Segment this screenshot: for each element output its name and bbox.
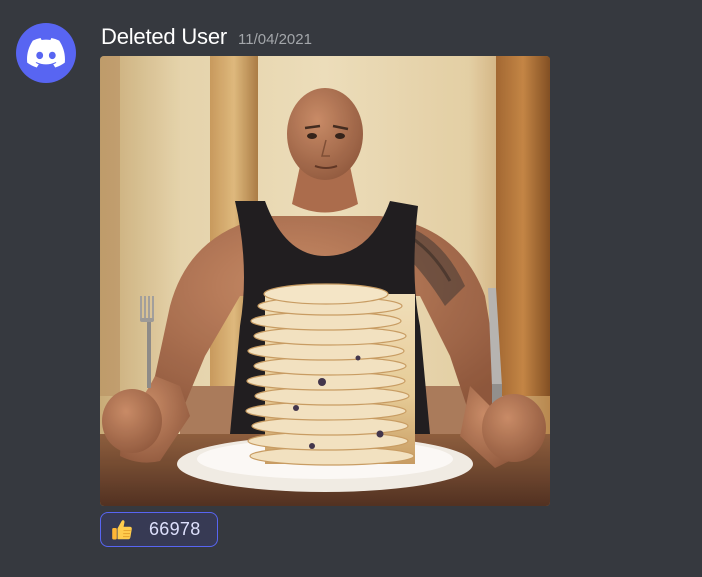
reaction-thumbs-up[interactable]: 66978 bbox=[100, 512, 218, 547]
chat-message: Deleted User 11/04/2021 66978 bbox=[0, 0, 702, 577]
message-header: Deleted User 11/04/2021 bbox=[101, 24, 312, 50]
image-attachment[interactable] bbox=[100, 56, 550, 506]
avatar[interactable] bbox=[16, 23, 76, 83]
username[interactable]: Deleted User bbox=[101, 24, 227, 50]
attachment-picture bbox=[100, 56, 550, 506]
thumbs-up-icon bbox=[110, 518, 134, 542]
reaction-count: 66978 bbox=[149, 519, 201, 539]
discord-logo-icon bbox=[27, 38, 65, 68]
timestamp[interactable]: 11/04/2021 bbox=[238, 31, 312, 48]
